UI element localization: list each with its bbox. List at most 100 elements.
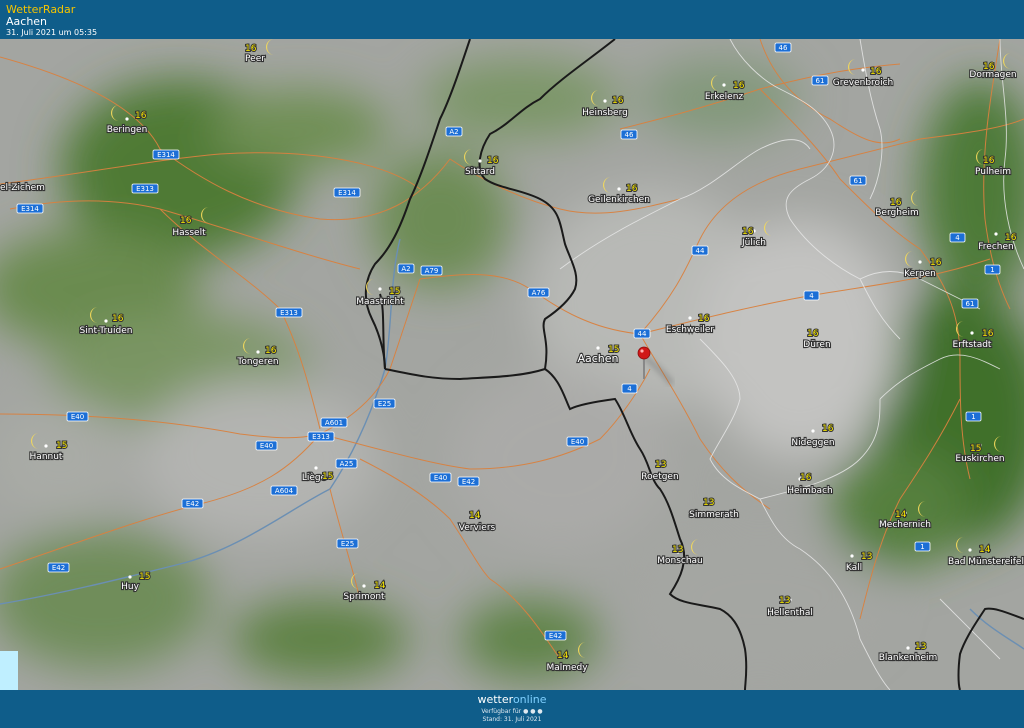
city-dot	[811, 429, 815, 433]
temperature-label: 16	[112, 314, 124, 324]
road-shield: 1	[965, 411, 982, 422]
brand-text-part: wetter	[477, 693, 513, 706]
temperature-label: 16	[733, 81, 745, 91]
road-shield: E40	[566, 436, 589, 447]
stand-date: Stand: 31. Juli 2021	[482, 716, 542, 723]
road-shield-label: A79	[425, 267, 439, 275]
city-dot	[970, 331, 974, 335]
temperature-label: 15	[56, 441, 67, 451]
city-name: Simmerath	[689, 510, 739, 520]
road-shield: 4	[949, 232, 966, 243]
road-shield-label: 46	[779, 44, 788, 52]
city-name: Sint-Truiden	[80, 326, 133, 336]
city-name: Bergheim	[875, 208, 918, 218]
brand-logo[interactable]: wetteronline	[0, 693, 1024, 706]
road-shield: A2	[445, 126, 463, 137]
temperature-label: 16	[180, 216, 192, 226]
map-pin-icon[interactable]	[637, 346, 651, 360]
temperature-label: 16	[890, 198, 902, 208]
brand-text-part: online	[512, 693, 547, 706]
road-shield-label: E313	[136, 185, 154, 193]
city-name: Pulheim	[975, 167, 1011, 177]
temperature-label: 13	[672, 545, 683, 555]
temperature-label: 16	[807, 329, 819, 339]
temperature-label: 13	[861, 552, 872, 562]
temperature-label: 16	[800, 473, 812, 483]
temperature-label: 16	[487, 156, 499, 166]
road-shield: E40	[255, 440, 278, 451]
city-name: Monschau	[657, 556, 703, 566]
platform-icons: ● ● ●	[523, 708, 543, 715]
city-dot	[362, 584, 366, 588]
temperature-label: 13	[703, 498, 714, 508]
road-shield: 44	[633, 328, 651, 339]
temperature-label: 16	[983, 62, 995, 72]
city-dot	[722, 83, 726, 87]
road-shield: 1	[914, 541, 931, 552]
city-dot	[906, 646, 910, 650]
road-shield-label: 61	[854, 177, 863, 185]
road-shield: 61	[961, 298, 979, 309]
city-marker[interactable]: el-Zichem	[0, 182, 46, 194]
temperature-label: 14	[557, 651, 569, 661]
temperature-label: 15	[322, 472, 333, 482]
city-name: Beringen	[107, 125, 148, 135]
road-shield-label: E40	[571, 438, 584, 446]
city-dot	[104, 319, 108, 323]
road-shield-label: E40	[260, 442, 273, 450]
city-name: Verviers	[459, 523, 496, 533]
city-dot	[918, 260, 922, 264]
road-shield-label: E42	[52, 564, 65, 572]
road-shield: 61	[811, 75, 829, 86]
road-shield-label: E42	[462, 478, 475, 486]
road-shield: E42	[544, 630, 567, 641]
road-shield-label: E314	[21, 205, 39, 213]
road-shield-label: A2	[401, 265, 410, 273]
temperature-label: 14	[374, 581, 386, 591]
city-name: Kerpen	[904, 269, 936, 279]
temperature-label: 16	[1005, 233, 1017, 243]
road-shield-label: E313	[312, 433, 330, 441]
city-dot	[861, 68, 865, 72]
temperature-label: 16	[626, 184, 638, 194]
city-name: Erftstadt	[953, 340, 992, 350]
road-shield: 44	[691, 245, 709, 256]
temperature-label: 16	[982, 329, 994, 339]
road-shield: 61	[849, 175, 867, 186]
road-shield-label: 4	[809, 292, 814, 300]
road-shield: A76	[527, 287, 550, 298]
city-dot	[478, 159, 482, 163]
city-dot	[968, 548, 972, 552]
road-shield-label: E25	[341, 540, 354, 548]
city-name: Huy	[121, 582, 139, 592]
road-shield: E314	[333, 187, 361, 198]
city-name: Jülich	[741, 238, 766, 248]
road-shield-label: 1	[990, 266, 994, 274]
city-name: Bad Münstereifel	[948, 557, 1024, 567]
temperature-label: 16	[822, 424, 834, 434]
city-dot	[125, 117, 129, 121]
city-name: Kall	[846, 563, 862, 573]
road-shield: 46	[620, 129, 638, 140]
city-name: Frechen	[978, 242, 1013, 252]
city-dot	[688, 316, 692, 320]
city-name: Heimbach	[787, 486, 832, 496]
road-shield: E42	[47, 562, 70, 573]
city-name: Heinsberg	[582, 108, 628, 118]
temperature-label: 14	[895, 510, 907, 520]
road-shield-label: A604	[275, 487, 294, 495]
road-shield: E40	[429, 472, 452, 483]
road-shield-label: 61	[966, 300, 975, 308]
temperature-label: 14	[469, 511, 481, 521]
map-canvas[interactable]: E314 E313 E314 E314 A2 A2 A79 A76 E313 E40 E40 A601…	[0, 39, 1024, 690]
city-name: Tongeren	[236, 357, 278, 367]
radar-map[interactable]: E314 E313 E314 E314 A2 A2 A79 A76 E313 E40 E40 A601…	[0, 39, 1024, 690]
road-shield-label: 44	[696, 247, 705, 255]
city-name: Peer	[245, 54, 265, 64]
timestamp: 31. Juli 2021 um 05:35	[6, 28, 98, 37]
road-shield-label: E42	[549, 632, 562, 640]
temperature-label: 15	[389, 287, 400, 297]
city-dot	[994, 232, 998, 236]
temperature-label: 13	[779, 596, 790, 606]
road-shield: E40	[66, 411, 89, 422]
